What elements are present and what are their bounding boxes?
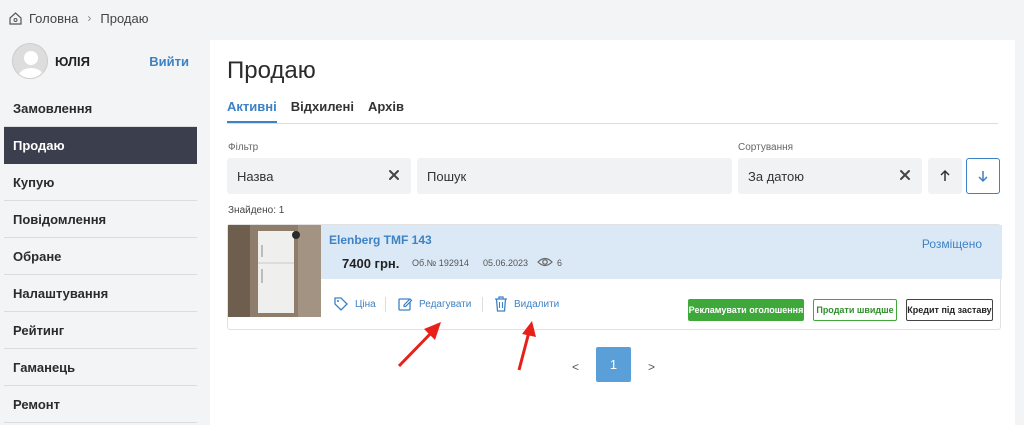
- divider: [385, 297, 386, 312]
- search-placeholder: Пошук: [427, 168, 467, 184]
- listing-ad-number: Об.№ 192914: [412, 258, 469, 268]
- edit-button[interactable]: Редагувати: [397, 294, 471, 314]
- close-icon[interactable]: [898, 168, 912, 182]
- sort-select[interactable]: За датою: [738, 158, 922, 194]
- filter-name-value: Назва: [237, 168, 274, 184]
- pagination-next-button[interactable]: >: [648, 360, 655, 374]
- listing-card: Elenberg TMF 143 7400 грн. Об.№ 192914 0…: [227, 224, 1002, 331]
- price-action-label: Ціна: [355, 298, 376, 310]
- filter-label: Фільтр: [228, 142, 259, 153]
- tabs: Активні Відхилені Архів: [227, 99, 998, 124]
- sell-faster-button[interactable]: Продати швидше: [813, 299, 897, 321]
- sidebar-item-orders[interactable]: Замовлення: [4, 90, 197, 127]
- breadcrumb: Головна › Продаю: [8, 9, 149, 27]
- listing-title-link[interactable]: Elenberg TMF 143: [329, 233, 432, 247]
- listing-photo[interactable]: [228, 225, 321, 317]
- eye-icon: [537, 257, 553, 267]
- breadcrumb-home-link[interactable]: Головна: [29, 11, 78, 26]
- sort-label: Сортування: [738, 142, 794, 153]
- breadcrumb-current: Продаю: [100, 10, 149, 26]
- close-icon[interactable]: [387, 168, 401, 182]
- filter-name-select[interactable]: Назва: [227, 158, 411, 194]
- user-name: ЮЛІЯ: [55, 54, 90, 69]
- sort-value: За датою: [748, 168, 805, 184]
- sidebar-item-favorites[interactable]: Обране: [4, 238, 197, 275]
- tab-rejected[interactable]: Відхилені: [291, 99, 354, 123]
- tab-archive[interactable]: Архів: [368, 99, 404, 123]
- listing-date: 05.06.2023: [483, 258, 529, 268]
- sidebar-item-settings[interactable]: Налаштування: [4, 275, 197, 312]
- main-panel: Продаю Активні Відхилені Архів Фільтр Со…: [210, 40, 1015, 425]
- promote-ad-button[interactable]: Рекламувати оголошення: [688, 299, 804, 321]
- sidebar-item-buying[interactable]: Купую: [4, 164, 197, 201]
- arrow-down-icon: [978, 171, 988, 183]
- sidebar-menu: Замовлення Продаю Купую Повідомлення Обр…: [4, 90, 197, 423]
- sort-ascending-button[interactable]: [928, 158, 962, 194]
- found-count: Знайдено: 1: [228, 205, 285, 216]
- listing-views: 6: [557, 258, 563, 268]
- sort-descending-button[interactable]: [966, 158, 1000, 194]
- delete-button-label: Видалити: [514, 298, 560, 310]
- user-row: ЮЛІЯ Вийти: [0, 40, 201, 90]
- tab-active[interactable]: Активні: [227, 99, 277, 123]
- home-icon[interactable]: [8, 11, 23, 26]
- chevron-right-icon: ›: [87, 11, 92, 25]
- price-action[interactable]: Ціна: [333, 294, 376, 314]
- logout-link[interactable]: Вийти: [149, 54, 189, 69]
- delete-button[interactable]: Видалити: [494, 294, 559, 314]
- trash-icon: [495, 296, 507, 312]
- pagination-page-1[interactable]: 1: [596, 347, 631, 382]
- pagination-prev-button[interactable]: <: [572, 360, 579, 374]
- sidebar-item-selling[interactable]: Продаю: [4, 127, 197, 164]
- edit-icon: [398, 298, 413, 311]
- credit-button[interactable]: Кредит під заставу: [906, 299, 993, 321]
- listing-actions: Ціна Редагувати Видалити Рекламувати ого…: [321, 279, 1000, 331]
- sidebar-item-repair[interactable]: Ремонт: [4, 386, 197, 423]
- page-title: Продаю: [227, 57, 316, 84]
- price-tag-icon: [334, 297, 348, 311]
- sidebar-item-wallet[interactable]: Гаманець: [4, 349, 197, 386]
- avatar[interactable]: [12, 43, 48, 79]
- search-input[interactable]: Пошук: [417, 158, 732, 194]
- sidebar-item-rating[interactable]: Рейтинг: [4, 312, 197, 349]
- edit-button-label: Редагувати: [419, 298, 472, 310]
- sidebar: ЮЛІЯ Вийти Замовлення Продаю Купую Повід…: [0, 40, 201, 425]
- arrow-up-icon: [940, 169, 950, 181]
- divider: [482, 297, 483, 312]
- listing-price: 7400 грн.: [342, 256, 400, 271]
- status-badge: Розміщено: [921, 237, 982, 251]
- sidebar-item-messages[interactable]: Повідомлення: [4, 201, 197, 238]
